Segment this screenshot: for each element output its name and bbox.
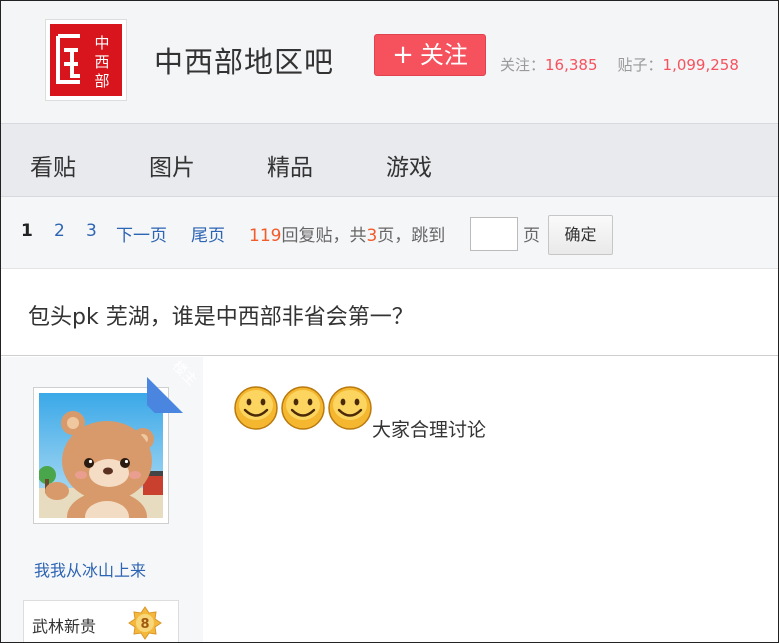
thread-title: 包头pk 芜湖，谁是中西部非省会第一？ [28, 305, 414, 330]
tieba-thread-page: 中 西 部 中西部地区吧 + 关注 关注：16,385 贴子：1,099,258 看… [0, 0, 779, 643]
follow-count-label: 关注： [500, 56, 546, 74]
follow-count: 16,385 [545, 56, 598, 74]
follow-button[interactable]: + 关注 [374, 34, 486, 76]
nav-tab-featured[interactable]: 精品 [267, 148, 313, 182]
nav-tab-games[interactable]: 游戏 [386, 148, 432, 182]
nav-tab-images[interactable]: 图片 [149, 148, 195, 182]
plus-icon: + [392, 40, 414, 70]
confirm-jump-button[interactable]: 确定 [548, 215, 613, 255]
last-page-link[interactable]: 尾页 [191, 221, 225, 246]
author-username[interactable]: 我我从冰山上来 [34, 557, 146, 581]
svg-text:中: 中 [94, 34, 109, 52]
posts-count-label: 贴子： [617, 56, 663, 74]
jump-page-input[interactable] [470, 217, 518, 251]
next-page-link[interactable]: 下一页 [116, 221, 167, 246]
page-unit: 页 [523, 226, 540, 246]
forum-stats: 关注：16,385 贴子：1,099,258 [500, 54, 739, 75]
thread-title-bar: 包头pk 芜湖，谁是中西部非省会第一？ [1, 269, 778, 356]
page-link-2[interactable]: 2 [54, 221, 65, 241]
forum-logo[interactable]: 中 西 部 [45, 19, 127, 101]
svg-text:部: 部 [94, 72, 109, 90]
forum-nav: 看贴 图片 精品 游戏 [1, 123, 778, 197]
forum-header: 中 西 部 中西部地区吧 + 关注 关注：16,385 贴子：1,099,258 [1, 1, 778, 123]
follow-label: 关注 [419, 41, 468, 69]
smiley-icon [328, 386, 372, 430]
level-badge-icon: 8 [128, 606, 162, 640]
pagination-bar: 1 2 3 下一页 尾页 119回复贴，共3页，跳到 页 [1, 197, 778, 269]
forum-logo-seal-icon: 中 西 部 [50, 24, 122, 96]
svg-text:西: 西 [94, 53, 109, 71]
author-level-box[interactable]: 武林新贵 8 [23, 600, 179, 642]
smiley-icon [234, 386, 278, 430]
level-name: 武林新贵 [32, 617, 97, 636]
reply-count: 119 [249, 226, 282, 246]
post-text: 大家合理讨论 [372, 419, 487, 441]
smiley-icon [281, 386, 325, 430]
reply-suffix: 回复贴，共 [281, 226, 367, 246]
total-pages: 3 [366, 226, 378, 246]
page-current: 1 [21, 221, 33, 241]
posts-count: 1,099,258 [662, 56, 739, 74]
bear-avatar-icon [39, 393, 163, 518]
page-link-3[interactable]: 3 [86, 221, 97, 241]
level-number: 8 [140, 617, 149, 632]
reply-info: 119回复贴，共3页，跳到 [249, 221, 445, 246]
forum-title[interactable]: 中西部地区吧 [154, 39, 334, 81]
nav-tab-posts[interactable]: 看贴 [30, 148, 76, 182]
page-suffix: 页，跳到 [377, 226, 446, 246]
